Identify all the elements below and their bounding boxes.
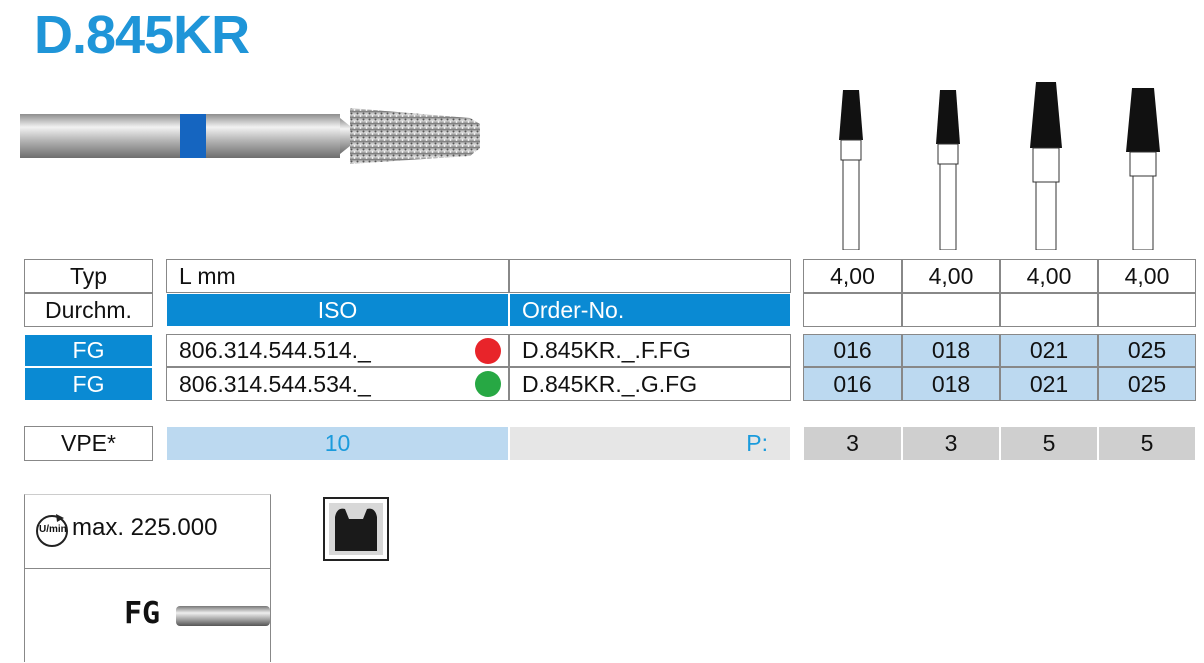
- empty-cell: [803, 293, 902, 327]
- order-header: Order-No.: [509, 293, 791, 327]
- p-label: P:: [509, 426, 791, 461]
- order-number: D.845KR._.G.FG: [509, 367, 791, 401]
- size-cell: 016: [803, 334, 902, 367]
- rpm-icon: U/min: [34, 512, 70, 548]
- p-value: 3: [902, 426, 1000, 461]
- size-cell: 025: [1098, 367, 1196, 401]
- vpe-label: VPE*: [24, 426, 153, 461]
- size-cell: 018: [902, 367, 1000, 401]
- divider: [25, 568, 270, 569]
- p-value: 5: [1098, 426, 1196, 461]
- grit-dot-red: [475, 338, 501, 364]
- lmm-label: L mm: [166, 259, 509, 293]
- length-value: 4,00: [1000, 259, 1098, 293]
- shank-label: FG: [124, 596, 161, 631]
- p-value: 3: [803, 426, 902, 461]
- head-profiles: [839, 82, 1160, 250]
- empty-cell: [902, 293, 1000, 327]
- size-cell: 021: [1000, 367, 1098, 401]
- order-number: D.845KR._.F.FG: [509, 334, 791, 367]
- empty-cell: [1098, 293, 1196, 327]
- length-value: 4,00: [803, 259, 902, 293]
- length-value: 4,00: [1098, 259, 1196, 293]
- vpe-value: 10: [166, 426, 509, 461]
- shank-icon: [176, 606, 270, 626]
- bur-image: [20, 108, 480, 164]
- size-cell: 018: [902, 334, 1000, 367]
- type-cell: FG: [24, 334, 153, 367]
- typ-label: Typ: [24, 259, 153, 293]
- type-cell: FG: [24, 367, 153, 401]
- empty-header: [509, 259, 791, 293]
- iso-number: 806.314.544.514._: [166, 334, 509, 367]
- max-speed: max. 225.000: [72, 514, 218, 541]
- grit-dot-green: [475, 371, 501, 397]
- rpm-icon-text: U/min: [39, 524, 67, 535]
- size-cell: 016: [803, 367, 902, 401]
- length-value: 4,00: [902, 259, 1000, 293]
- empty-cell: [1000, 293, 1098, 327]
- handpiece-icon: [323, 497, 389, 561]
- product-title: D.845KR: [34, 5, 250, 65]
- iso-header: ISO: [166, 293, 509, 327]
- size-cell: 025: [1098, 334, 1196, 367]
- p-value: 5: [1000, 426, 1098, 461]
- iso-number: 806.314.544.534._: [166, 367, 509, 401]
- size-cell: 021: [1000, 334, 1098, 367]
- durchm-label: Durchm.: [24, 293, 153, 327]
